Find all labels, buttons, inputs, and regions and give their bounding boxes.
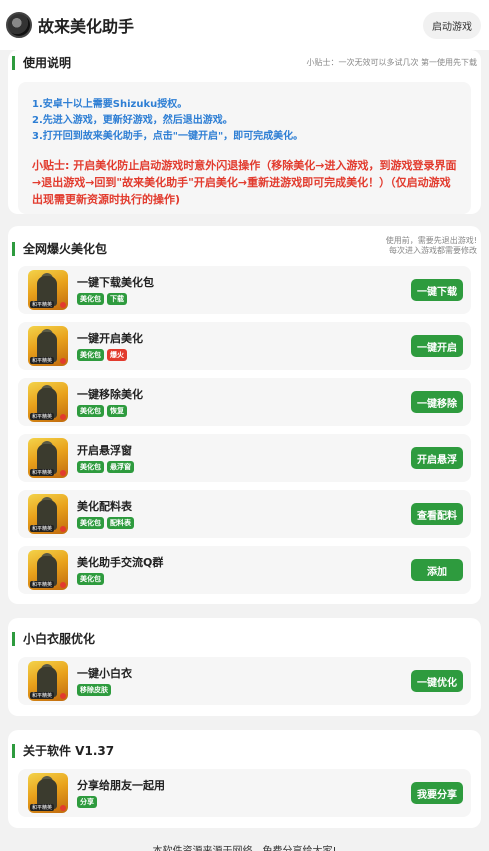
clothes-title: 小白衣服优化 bbox=[23, 632, 96, 646]
game-thumbnail: 和平精英 bbox=[28, 438, 68, 478]
tag-chip: 美化包 bbox=[77, 405, 104, 417]
tag-chip: 分享 bbox=[77, 796, 97, 808]
game-thumbnail: 和平精英 bbox=[28, 661, 68, 701]
tag-chip: 恢复 bbox=[107, 405, 127, 417]
usage-step: 2.先进入游戏，更新好游戏，然后退出游戏。 bbox=[32, 115, 233, 126]
tag-chip: 美化包 bbox=[77, 517, 104, 529]
footer-text: 本软件资源来源于网络，免费分享给大家! bbox=[0, 842, 489, 851]
section-marker bbox=[12, 242, 15, 256]
usage-tip: 小贴士：一次无效可以多试几次 第一使用先下载 bbox=[306, 58, 477, 67]
pack-note: 使用前，需要先退出游戏! 每次进入游戏都需要修改 bbox=[386, 236, 477, 256]
list-item: 和平精英 分享给朋友一起用 分享 我要分享 bbox=[18, 769, 471, 817]
usage-header: 使用说明 小贴士：一次无效可以多试几次 第一使用先下载 bbox=[12, 54, 477, 72]
optimize-button[interactable]: 一键优化 bbox=[411, 670, 463, 692]
tag-chip: 悬浮窗 bbox=[107, 461, 134, 473]
share-button[interactable]: 我要分享 bbox=[411, 782, 463, 804]
list-item: 和平精英 一键小白衣 移除皮肤 一键优化 bbox=[18, 657, 471, 705]
app-header: 故来美化助手 启动游戏 bbox=[0, 0, 489, 50]
view-ingredients-button[interactable]: 查看配料 bbox=[411, 503, 463, 525]
tag-chip: 美化包 bbox=[77, 461, 104, 473]
clothes-header: 小白衣服优化 bbox=[12, 630, 477, 648]
game-thumbnail: 和平精英 bbox=[28, 270, 68, 310]
section-marker bbox=[12, 632, 15, 646]
pack-note-line: 每次进入游戏都需要修改 bbox=[389, 246, 477, 255]
pack-card: 全网爆火美化包 使用前，需要先退出游戏! 每次进入游戏都需要修改 和平精英 一键… bbox=[8, 226, 481, 604]
item-name: 分享给朋友一起用 bbox=[77, 779, 165, 792]
tag-chip: 美化包 bbox=[77, 293, 104, 305]
enable-button[interactable]: 一键开启 bbox=[411, 335, 463, 357]
game-thumbnail: 和平精英 bbox=[28, 494, 68, 534]
tag-chip: 美化包 bbox=[77, 573, 104, 585]
add-group-button[interactable]: 添加 bbox=[411, 559, 463, 581]
tag-chip: 配料表 bbox=[107, 517, 134, 529]
tag-chip: 移除皮肤 bbox=[77, 684, 111, 696]
usage-step: 1.安卓十以上需要Shizuku授权。 bbox=[32, 99, 188, 110]
list-item: 和平精英 一键移除美化 美化包 恢复 一键移除 bbox=[18, 378, 471, 426]
list-item: 和平精英 开启悬浮窗 美化包 悬浮窗 开启悬浮 bbox=[18, 434, 471, 482]
item-name: 美化配料表 bbox=[77, 500, 132, 513]
pack-note-line: 使用前，需要先退出游戏! bbox=[385, 236, 477, 245]
item-name: 一键开启美化 bbox=[77, 332, 143, 345]
list-item: 和平精英 美化助手交流Q群 美化包 添加 bbox=[18, 546, 471, 594]
about-title: 关于软件 V1.37 bbox=[23, 744, 115, 758]
usage-info-box: 1.安卓十以上需要Shizuku授权。 2.先进入游戏，更新好游戏，然后退出游戏… bbox=[18, 82, 471, 214]
item-name: 一键小白衣 bbox=[77, 667, 132, 680]
tag-chip: 爆火 bbox=[107, 349, 127, 361]
app-title: 故来美化助手 bbox=[38, 17, 135, 36]
download-button[interactable]: 一键下载 bbox=[411, 279, 463, 301]
tag-chip: 下载 bbox=[107, 293, 127, 305]
item-name: 一键移除美化 bbox=[77, 388, 143, 401]
about-card: 关于软件 V1.37 和平精英 分享给朋友一起用 分享 我要分享 bbox=[8, 730, 481, 828]
section-marker bbox=[12, 56, 15, 70]
floating-window-button[interactable]: 开启悬浮 bbox=[411, 447, 463, 469]
pack-title: 全网爆火美化包 bbox=[23, 242, 108, 256]
list-item: 和平精英 一键下载美化包 美化包 下载 一键下载 bbox=[18, 266, 471, 314]
game-thumbnail: 和平精英 bbox=[28, 326, 68, 366]
usage-title: 使用说明 bbox=[23, 56, 72, 70]
game-thumbnail: 和平精英 bbox=[28, 773, 68, 813]
item-name: 美化助手交流Q群 bbox=[77, 556, 164, 569]
usage-card: 使用说明 小贴士：一次无效可以多试几次 第一使用先下载 1.安卓十以上需要Shi… bbox=[8, 50, 481, 214]
usage-step: 3.打开回到故来美化助手，点击"一键开启"，即可完成美化。 bbox=[32, 131, 304, 142]
item-name: 一键下载美化包 bbox=[77, 276, 154, 289]
list-item: 和平精英 美化配料表 美化包 配料表 查看配料 bbox=[18, 490, 471, 538]
usage-warning: 小贴士: 开启美化防止启动游戏时意外闪退操作（移除美化→进入游戏，到游戏登录界面… bbox=[32, 159, 457, 206]
app-avatar bbox=[6, 12, 32, 38]
pack-header: 全网爆火美化包 使用前，需要先退出游戏! 每次进入游戏都需要修改 bbox=[12, 236, 477, 258]
launch-game-button[interactable]: 启动游戏 bbox=[423, 11, 481, 39]
game-thumbnail: 和平精英 bbox=[28, 382, 68, 422]
list-item: 和平精英 一键开启美化 美化包 爆火 一键开启 bbox=[18, 322, 471, 370]
remove-button[interactable]: 一键移除 bbox=[411, 391, 463, 413]
about-header: 关于软件 V1.37 bbox=[12, 742, 477, 760]
tag-chip: 美化包 bbox=[77, 349, 104, 361]
clothes-card: 小白衣服优化 和平精英 一键小白衣 移除皮肤 一键优化 bbox=[8, 618, 481, 716]
game-thumbnail: 和平精英 bbox=[28, 550, 68, 590]
item-name: 开启悬浮窗 bbox=[77, 444, 132, 457]
section-marker bbox=[12, 744, 15, 758]
